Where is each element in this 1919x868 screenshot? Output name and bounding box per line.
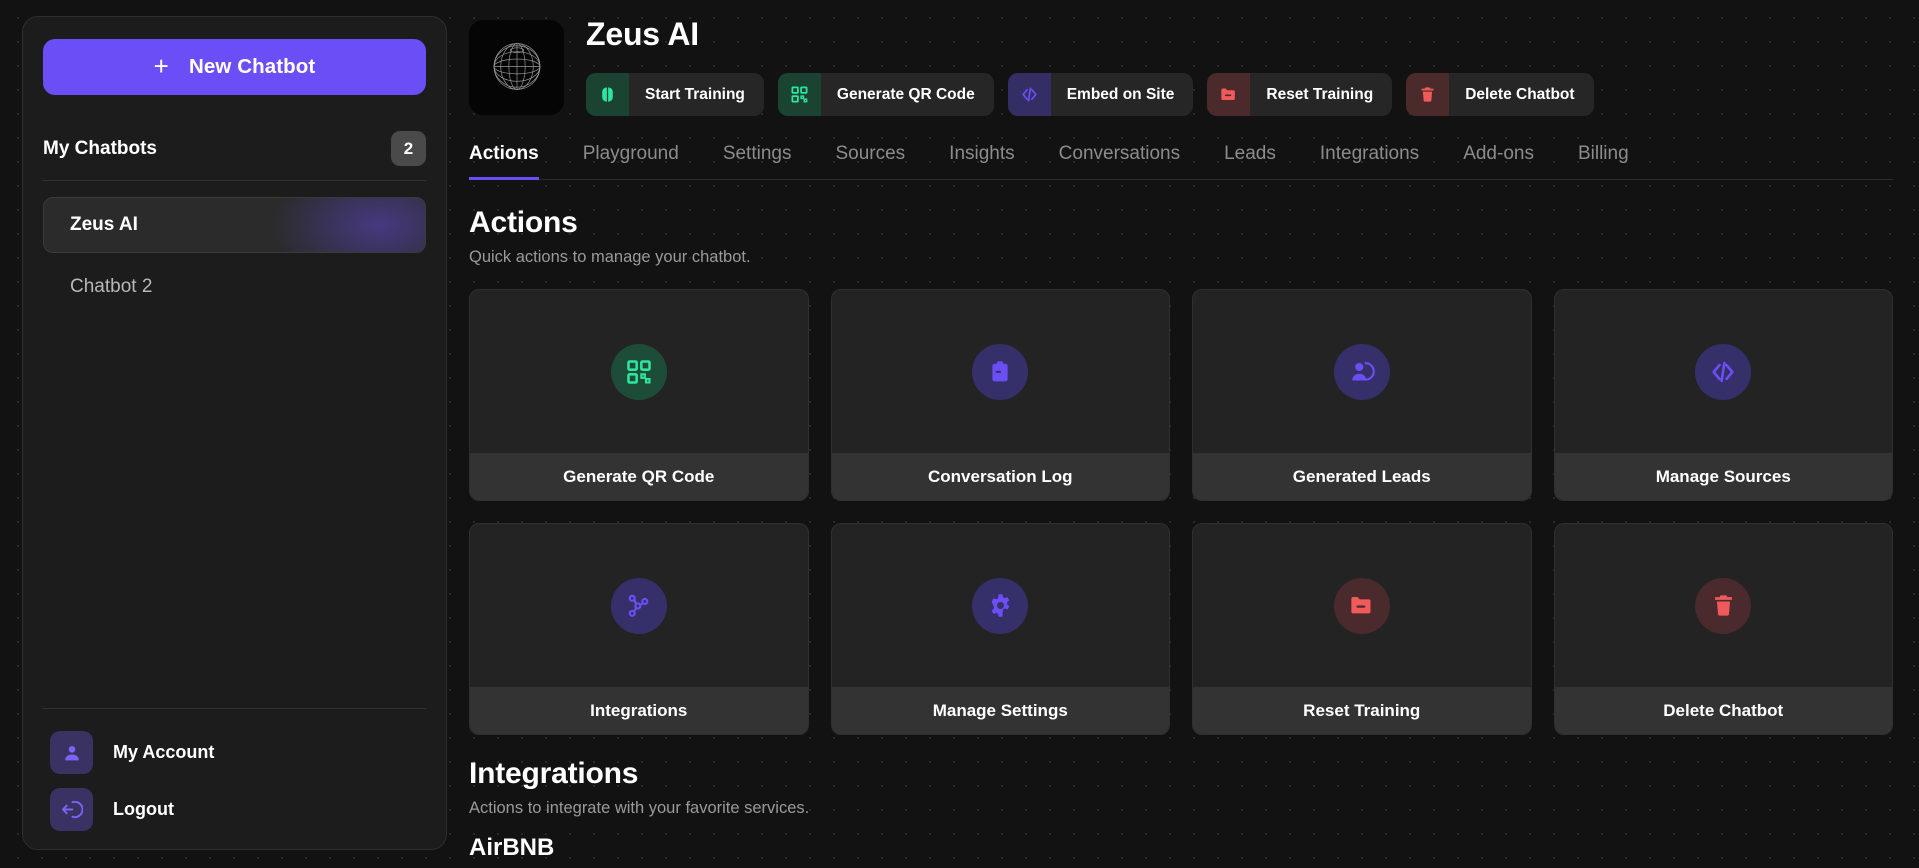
my-chatbots-label: My Chatbots (43, 137, 157, 159)
action-card-generated-leads[interactable]: Generated Leads (1192, 289, 1532, 501)
action-card-reset-training[interactable]: Reset Training (1192, 523, 1532, 735)
integrations-section: Integrations Actions to integrate with y… (469, 757, 1893, 862)
tab-add-ons[interactable]: Add-ons (1463, 143, 1534, 180)
reset-training-button[interactable]: Reset Training (1207, 73, 1393, 116)
integrations-section-title: Integrations (469, 757, 639, 790)
card-icon-area (1193, 290, 1531, 453)
embed-on-site-button[interactable]: Embed on Site (1007, 73, 1194, 116)
card-icon-area (470, 290, 808, 453)
qr-code-icon (610, 343, 667, 400)
clipboard-icon (972, 343, 1029, 400)
card-label: Conversation Log (831, 453, 1169, 500)
integrations-section-subtitle: Actions to integrate with your favorite … (469, 799, 810, 817)
plus-icon: + (153, 51, 169, 81)
sidebar-item-label: My Account (113, 742, 215, 762)
card-label: Generate QR Code (470, 453, 808, 500)
button-label: Embed on Site (1066, 85, 1175, 103)
action-card-integrations[interactable]: Integrations (469, 523, 809, 735)
tab-settings[interactable]: Settings (723, 143, 792, 180)
folder-minus-icon (1207, 73, 1251, 116)
tab-leads[interactable]: Leads (1224, 143, 1276, 180)
chatbot-count-badge: 2 (391, 131, 426, 166)
card-icon-area (832, 290, 1170, 453)
card-icon-area (832, 524, 1170, 687)
tab-integrations[interactable]: Integrations (1320, 143, 1419, 180)
logout-icon (50, 788, 93, 831)
card-icon-area (1193, 524, 1531, 687)
card-icon-area (1555, 524, 1893, 687)
action-card-manage-sources[interactable]: Manage Sources (1553, 289, 1893, 501)
sidebar-item-chatbot-2[interactable]: Chatbot 2 (43, 259, 426, 315)
card-label: Reset Training (1193, 687, 1531, 734)
globe-wireframe-icon (480, 28, 554, 107)
card-icon-area (1555, 290, 1893, 453)
actions-section-title: Actions (469, 206, 578, 239)
new-chatbot-button[interactable]: + New Chatbot (43, 39, 426, 95)
action-card-grid: Generate QR Code Conversation Log Genera… (469, 289, 1893, 735)
card-label: Generated Leads (1193, 453, 1531, 500)
button-label: Delete Chatbot (1465, 85, 1575, 103)
tab-insights[interactable]: Insights (949, 143, 1014, 180)
tab-playground[interactable]: Playground (583, 143, 679, 180)
my-chatbots-header: My Chatbots 2 (43, 131, 426, 181)
action-card-generate-qr-code[interactable]: Generate QR Code (469, 289, 809, 501)
chatbot-header: Zeus AI Start Training Generate QR Code … (469, 14, 1893, 116)
tab-actions[interactable]: Actions (469, 143, 539, 180)
avatar (469, 20, 564, 115)
card-label: Delete Chatbot (1554, 687, 1892, 734)
new-chatbot-label: New Chatbot (188, 55, 316, 78)
tab-sources[interactable]: Sources (835, 143, 905, 180)
code-icon (1007, 73, 1051, 116)
button-label: Reset Training (1266, 85, 1374, 103)
delete-chatbot-button[interactable]: Delete Chatbot (1406, 73, 1594, 116)
sidebar-item-zeus-ai[interactable]: Zeus AI (43, 197, 426, 253)
action-card-delete-chatbot[interactable]: Delete Chatbot (1553, 523, 1893, 735)
chatbot-name: Chatbot 2 (70, 276, 153, 297)
card-label: Manage Settings (831, 687, 1169, 734)
action-card-manage-settings[interactable]: Manage Settings (830, 523, 1170, 735)
generate-qr-code-button[interactable]: Generate QR Code (777, 73, 994, 116)
sidebar-item-logout[interactable]: Logout (43, 788, 426, 831)
brain-icon (586, 73, 629, 116)
gear-icon (972, 577, 1029, 634)
tab-billing[interactable]: Billing (1578, 143, 1629, 180)
user-add-icon (1333, 343, 1390, 400)
trash-icon (1406, 73, 1450, 116)
chatbot-list: Zeus AI Chatbot 2 (43, 197, 426, 315)
actions-section-subtitle: Quick actions to manage your chatbot. (469, 248, 751, 266)
card-icon-area (470, 524, 808, 687)
network-icon (610, 577, 667, 634)
folder-minus-icon (1333, 577, 1390, 634)
start-training-button[interactable]: Start Training (586, 73, 764, 116)
user-icon (50, 731, 93, 774)
header-action-buttons: Start Training Generate QR Code Embed on… (586, 73, 1893, 116)
action-card-conversation-log[interactable]: Conversation Log (830, 289, 1170, 501)
sidebar-item-my-account[interactable]: My Account (43, 731, 426, 774)
card-label: Integrations (470, 687, 808, 734)
button-label: Generate QR Code (836, 85, 975, 103)
chatbot-header-right: Zeus AI Start Training Generate QR Code … (586, 14, 1893, 116)
page-title: Zeus AI (586, 16, 699, 52)
trash-icon (1695, 577, 1752, 634)
chatbot-name: Zeus AI (70, 214, 138, 235)
tab-bar: Actions Playground Settings Sources Insi… (469, 142, 1893, 180)
sidebar-footer: My Account Logout (43, 708, 426, 831)
card-label: Manage Sources (1554, 453, 1892, 500)
sidebar: + New Chatbot My Chatbots 2 Zeus AI Chat… (22, 16, 447, 850)
qr-code-icon (777, 73, 821, 116)
sidebar-item-label: Logout (113, 799, 174, 819)
button-label: Start Training (645, 85, 745, 103)
main-content: Zeus AI Start Training Generate QR Code … (447, 0, 1919, 868)
code-icon (1695, 343, 1752, 400)
integration-item-airbnb[interactable]: AirBNB (469, 834, 1893, 862)
tab-conversations[interactable]: Conversations (1059, 143, 1180, 180)
